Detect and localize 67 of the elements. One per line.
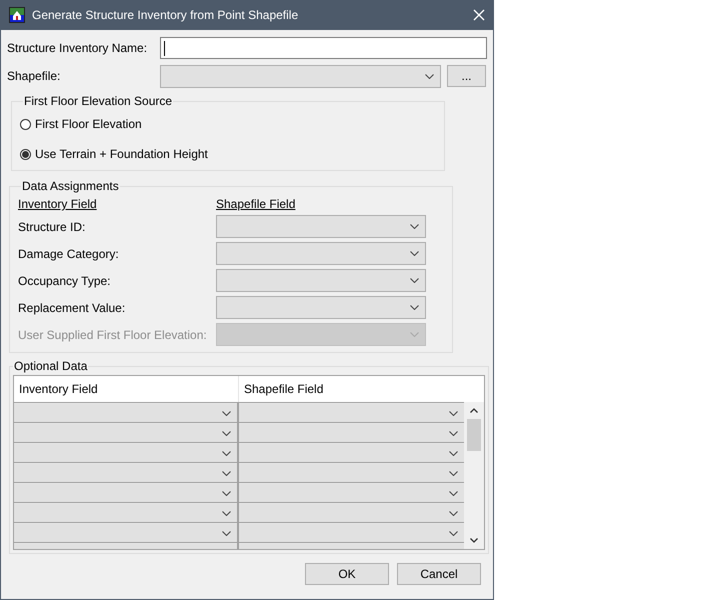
cell-dropdown[interactable] <box>239 403 464 422</box>
scrollbar[interactable] <box>464 402 484 549</box>
field-label: Replacement Value: <box>18 300 126 314</box>
chevron-down-icon <box>222 490 231 496</box>
field-dropdown[interactable] <box>216 215 426 238</box>
chevron-down-icon <box>222 510 231 516</box>
field-label: Structure Inventory Name: <box>7 41 148 55</box>
cell-dropdown[interactable] <box>14 503 237 522</box>
cell-dropdown[interactable] <box>239 503 464 522</box>
name-input-field[interactable] <box>160 37 487 59</box>
chevron-down-icon <box>410 332 419 337</box>
chevron-down-icon <box>410 224 419 229</box>
house-icon <box>9 7 25 23</box>
chevron-down-icon <box>222 470 231 476</box>
chevron-down-icon <box>410 305 419 310</box>
chevron-down-icon <box>222 450 231 456</box>
cell-dropdown[interactable] <box>14 443 237 462</box>
column-header: Shapefile Field <box>216 197 296 211</box>
chevron-down-icon <box>449 450 458 456</box>
group-title: Optional Data <box>13 359 88 373</box>
chevron-down-icon <box>425 74 434 78</box>
field-label: Occupancy Type: <box>18 274 112 288</box>
cell-dropdown[interactable] <box>14 403 237 422</box>
scrollbar-thumb[interactable] <box>467 419 481 451</box>
shapefile-dropdown[interactable] <box>160 64 441 88</box>
radio-label: Use Terrain + Foundation Height <box>35 147 208 161</box>
field-label: Damage Category: <box>18 246 120 260</box>
chevron-down-icon <box>449 470 458 476</box>
group-title: First Floor Elevation Source <box>23 94 174 108</box>
cell-dropdown[interactable] <box>239 423 464 442</box>
cell-dropdown[interactable] <box>239 523 464 542</box>
dialog-button[interactable]: Cancel <box>397 563 481 585</box>
chevron-down-icon <box>222 530 231 536</box>
chevron-down-icon <box>449 410 458 416</box>
scroll-down-icon[interactable] <box>470 538 478 543</box>
cell-dropdown[interactable] <box>239 463 464 482</box>
chevron-down-icon <box>449 510 458 516</box>
close-icon[interactable] <box>473 9 485 21</box>
field-dropdown[interactable] <box>216 296 426 319</box>
chevron-down-icon <box>222 410 231 416</box>
radio-label: First Floor Elevation <box>35 117 142 131</box>
field-dropdown[interactable] <box>216 269 426 292</box>
chevron-down-icon <box>449 530 458 536</box>
cell-dropdown[interactable] <box>14 463 237 482</box>
scroll-up-icon[interactable] <box>470 408 478 413</box>
field-label: User Supplied First Floor Elevation: <box>18 328 208 342</box>
cell-dropdown[interactable] <box>14 423 237 442</box>
cell-dropdown[interactable] <box>239 483 464 502</box>
window-title: Generate Structure Inventory from Point Shapefile <box>32 8 300 22</box>
field-label: Structure ID: <box>18 220 86 234</box>
chevron-down-icon <box>222 430 231 436</box>
field-dropdown[interactable] <box>216 242 426 265</box>
group-title: Data Assignments <box>21 179 120 193</box>
dialog-button[interactable]: OK <box>305 563 389 585</box>
cell-dropdown[interactable] <box>239 443 464 462</box>
chevron-down-icon <box>449 490 458 496</box>
chevron-down-icon <box>410 251 419 256</box>
field-label: Shapefile: <box>7 69 62 83</box>
cell-dropdown[interactable] <box>14 523 237 542</box>
browse-button[interactable]: ... <box>447 65 486 87</box>
cell-dropdown[interactable] <box>14 483 237 502</box>
column-header: Inventory Field <box>18 197 98 211</box>
chevron-down-icon <box>449 430 458 436</box>
chevron-down-icon <box>410 278 419 283</box>
field-dropdown[interactable] <box>216 323 426 346</box>
radio-button[interactable] <box>20 118 31 130</box>
radio-button[interactable] <box>20 148 31 160</box>
